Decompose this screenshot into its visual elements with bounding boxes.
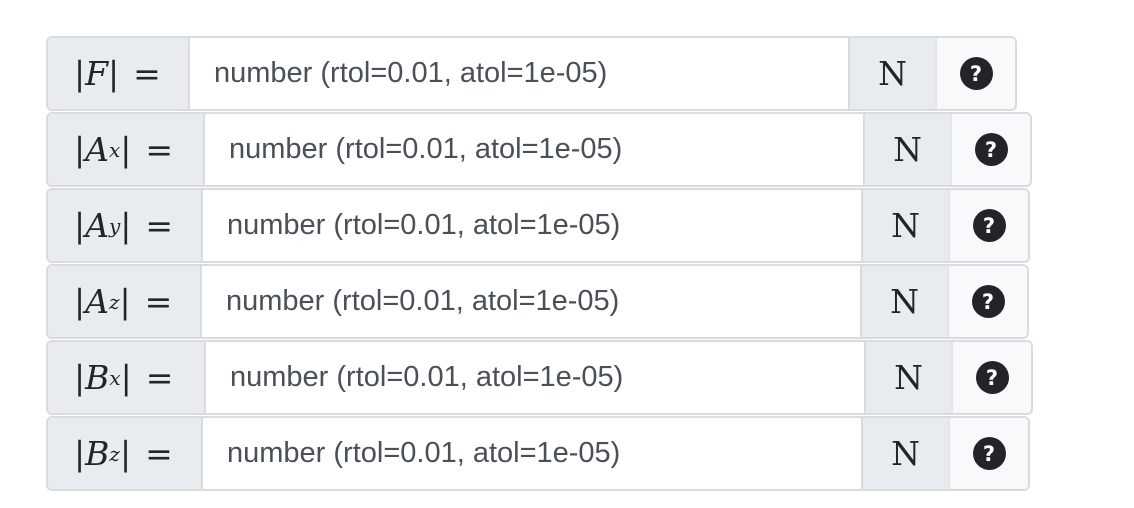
answer-row-az: |Az|= N ? bbox=[46, 264, 1029, 339]
question-circle-icon: ? bbox=[975, 361, 1009, 394]
help-button[interactable]: ? bbox=[952, 114, 1030, 185]
label-equals: = bbox=[145, 130, 174, 169]
unit-label: N bbox=[860, 266, 949, 337]
label-symbol: B bbox=[85, 358, 110, 397]
question-circle-icon: ? bbox=[972, 437, 1006, 470]
unit-label: N bbox=[864, 342, 953, 413]
row-label-az: | Az | = bbox=[48, 266, 202, 337]
label-symbol: A bbox=[85, 282, 109, 321]
row-label-ax: | Ax | = bbox=[48, 114, 205, 185]
row-label-bz: | Bz | = bbox=[48, 418, 203, 489]
unit-label: N bbox=[863, 114, 952, 185]
unit-label: N bbox=[861, 418, 950, 489]
label-symbol: A bbox=[85, 130, 109, 169]
answer-row-f: |F|= N ? bbox=[46, 36, 1017, 111]
answer-row-ay: |Ay|= N ? bbox=[46, 188, 1030, 263]
unit-label: N bbox=[861, 190, 950, 261]
answer-row-bz: |Bz|= N ? bbox=[46, 416, 1030, 491]
label-symbol: A bbox=[85, 206, 109, 245]
answer-input-f[interactable] bbox=[190, 38, 848, 109]
label-equals: = bbox=[145, 206, 174, 245]
row-label-ay: | Ay | = bbox=[48, 190, 203, 261]
help-button[interactable]: ? bbox=[937, 38, 1015, 109]
question-circle-icon: ? bbox=[974, 133, 1008, 166]
row-label-bx: | Bx | = bbox=[48, 342, 206, 413]
answer-input-ax[interactable] bbox=[205, 114, 863, 185]
help-button[interactable]: ? bbox=[949, 266, 1027, 337]
help-button[interactable]: ? bbox=[950, 190, 1028, 261]
label-symbol: B bbox=[85, 434, 110, 473]
help-button[interactable]: ? bbox=[950, 418, 1028, 489]
question-circle-icon: ? bbox=[971, 285, 1005, 318]
answer-row-ax: |Ax|= N ? bbox=[46, 112, 1032, 187]
answer-input-bx[interactable] bbox=[206, 342, 864, 413]
answer-input-az[interactable] bbox=[202, 266, 860, 337]
label-equals: = bbox=[133, 54, 161, 93]
unit-label: N bbox=[848, 38, 937, 109]
answer-input-ay[interactable] bbox=[203, 190, 861, 261]
answer-input-bz[interactable] bbox=[203, 418, 861, 489]
label-equals: = bbox=[145, 358, 174, 397]
answer-row-bx: |Bx|= N ? bbox=[46, 340, 1033, 415]
row-label-f: | F | = bbox=[48, 38, 190, 109]
question-circle-icon: ? bbox=[972, 209, 1006, 242]
help-button[interactable]: ? bbox=[953, 342, 1031, 413]
question-circle-icon: ? bbox=[959, 57, 993, 90]
label-equals: = bbox=[144, 282, 173, 321]
label-equals: = bbox=[145, 434, 173, 473]
label-symbol: F bbox=[85, 54, 109, 93]
